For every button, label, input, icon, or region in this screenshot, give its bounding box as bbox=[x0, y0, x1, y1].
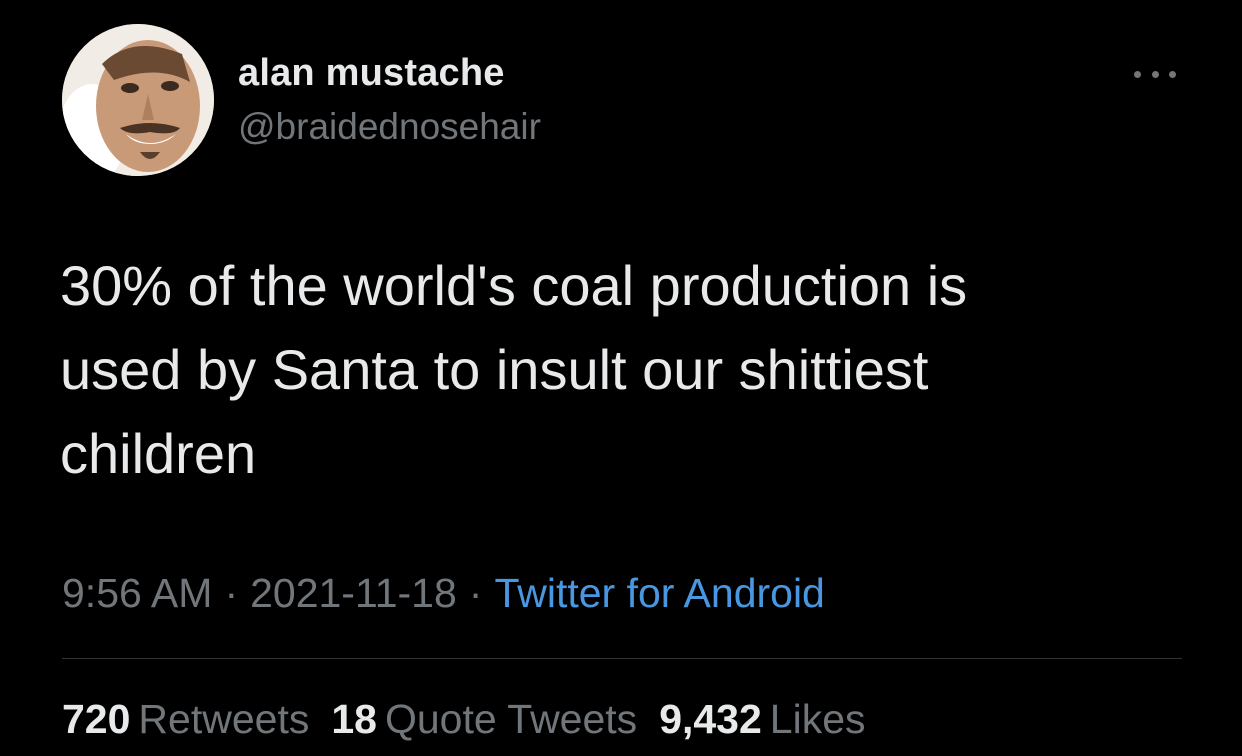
retweets-stat[interactable]: 720 Retweets bbox=[62, 696, 309, 743]
more-dot bbox=[1134, 70, 1141, 78]
tweet-meta: 9:56 AM · 2021-11-18 · Twitter for Android bbox=[62, 570, 825, 617]
tweet-source-link[interactable]: Twitter for Android bbox=[494, 570, 824, 616]
tweet-time[interactable]: 9:56 AM bbox=[62, 570, 212, 616]
retweets-count: 720 bbox=[62, 696, 131, 742]
tweet-text: 30% of the world's coal production is us… bbox=[60, 254, 968, 485]
likes-label: Likes bbox=[769, 696, 866, 742]
user-handle[interactable]: @braidednosehair bbox=[238, 106, 541, 148]
avatar[interactable] bbox=[62, 24, 214, 176]
display-name[interactable]: alan mustache bbox=[238, 52, 505, 95]
quote-tweets-stat[interactable]: 18 Quote Tweets bbox=[331, 696, 637, 743]
avatar-photo-icon bbox=[62, 24, 214, 176]
quote-tweets-count: 18 bbox=[331, 696, 377, 742]
tweet-date[interactable]: 2021-11-18 bbox=[250, 570, 457, 616]
likes-stat[interactable]: 9,432 Likes bbox=[659, 696, 865, 743]
tweet-card: alan mustache @braidednosehair 30% of th… bbox=[0, 0, 1242, 756]
more-dot bbox=[1169, 70, 1176, 78]
meta-separator: · bbox=[468, 570, 483, 616]
tweet-stats: 720 Retweets 18 Quote Tweets 9,432 Likes bbox=[62, 696, 888, 743]
meta-separator: · bbox=[224, 570, 239, 616]
more-options-icon[interactable] bbox=[1128, 58, 1182, 90]
quote-tweets-label: Quote Tweets bbox=[384, 696, 638, 742]
retweets-label: Retweets bbox=[138, 696, 310, 742]
divider bbox=[62, 658, 1182, 659]
more-dot bbox=[1151, 70, 1159, 78]
likes-count: 9,432 bbox=[659, 696, 762, 742]
